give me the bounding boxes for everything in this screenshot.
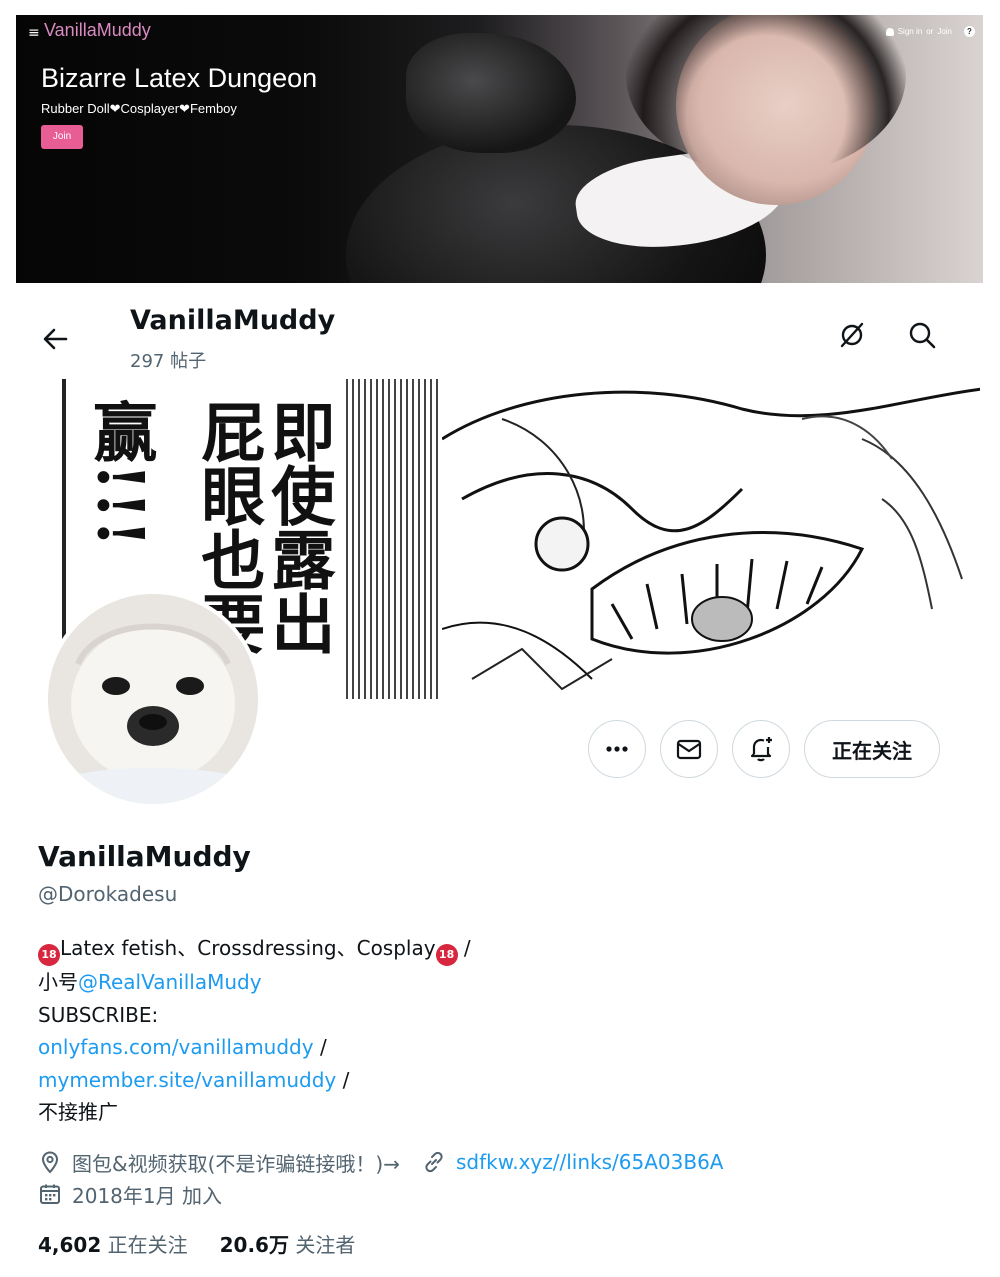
following-label: 正在关注 xyxy=(107,1233,188,1257)
location-text: 图包&视频获取(不是诈骗链接哦！)→ xyxy=(72,1151,400,1176)
link-icon xyxy=(425,1151,443,1173)
followers-count: 20.6万 xyxy=(219,1233,289,1257)
bio-line-4: onlyfans.com/vanillamuddy / xyxy=(38,1031,471,1064)
followers-label: 关注者 xyxy=(295,1233,356,1257)
user-handle: @Dorokadesu xyxy=(38,882,178,906)
joined-date: 2018年1月 加入 xyxy=(72,1183,222,1208)
notify-button[interactable] xyxy=(732,720,790,778)
site-banner: ≡ VanillaMuddy Bizarre Latex Dungeon Rub… xyxy=(16,15,983,283)
calendar-icon xyxy=(40,1184,60,1204)
following-button[interactable]: 正在关注 xyxy=(804,720,940,778)
auth-or-text: or xyxy=(926,27,934,36)
cover-text-col-3: 赢!!! xyxy=(82,399,158,548)
alt-account-link[interactable]: @RealVanillaMudy xyxy=(78,970,262,994)
auth-links: Sign in or Join ? xyxy=(885,26,975,37)
display-name: VanillaMuddy xyxy=(38,840,251,873)
post-count: 297 帖子 xyxy=(130,351,207,372)
adult-18-icon: 18 xyxy=(435,944,458,966)
bio-interests: Latex fetish、Crossdressing、Cosplay xyxy=(60,936,436,960)
bio-line-6: 不接推广 xyxy=(38,1100,118,1124)
following-stat[interactable]: 4,602 正在关注 xyxy=(38,1229,188,1258)
bio-line-3: SUBSCRIBE: xyxy=(38,1002,159,1027)
profile-top-nav: VanillaMuddy 297 帖子 xyxy=(0,295,1000,375)
grok-icon xyxy=(840,322,864,348)
message-button[interactable] xyxy=(660,720,718,778)
menu-icon[interactable]: ≡ xyxy=(28,25,40,41)
meta-row-joined: 2018年1月 加入 xyxy=(38,1178,723,1210)
site-name-link[interactable]: VanillaMuddy xyxy=(44,20,151,41)
website-link[interactable]: sdfkw.xyz//links/65A03B6A xyxy=(456,1150,724,1174)
user-icon xyxy=(885,27,894,36)
auth-join-link[interactable]: Join xyxy=(937,27,952,36)
bio-separator: / xyxy=(457,936,471,960)
search-button[interactable] xyxy=(906,319,938,351)
banner-join-button[interactable]: Join xyxy=(41,125,83,149)
profile-bio: 18 Latex fetish、Crossdressing、Cosplay 18 /… xyxy=(38,932,471,1129)
search-icon xyxy=(909,322,936,349)
more-icon xyxy=(606,746,628,752)
bell-plus-icon xyxy=(750,737,772,762)
profile-avatar[interactable] xyxy=(44,590,262,808)
banner-photo-glove xyxy=(406,33,576,153)
cover-text-col-1: 即使露出 xyxy=(260,399,336,655)
back-button[interactable] xyxy=(34,317,78,361)
follow-stats: 4,602 正在关注 20.6万 关注者 xyxy=(38,1229,355,1258)
arrow-left-icon xyxy=(43,328,68,350)
adult-18-icon: 18 xyxy=(38,944,60,966)
seal-avatar-image xyxy=(48,594,258,804)
page-title: VanillaMuddy xyxy=(130,305,336,336)
mymember-link[interactable]: mymember.site/vanillamuddy xyxy=(38,1068,336,1092)
grok-icon-button[interactable] xyxy=(836,319,868,351)
onlyfans-link[interactable]: onlyfans.com/vanillamuddy xyxy=(38,1035,314,1059)
bio-alt-account-label: 小号 xyxy=(38,970,78,994)
cover-manga-face-drawing xyxy=(442,379,980,699)
cover-frame-line xyxy=(62,379,66,639)
bio-line-2: 小号@RealVanillaMudy xyxy=(38,966,471,999)
following-count: 4,602 xyxy=(38,1233,102,1257)
bio-line-1: 18 Latex fetish、Crossdressing、Cosplay 18 / xyxy=(38,932,471,966)
followers-stat[interactable]: 20.6万 关注者 xyxy=(220,1229,356,1258)
help-icon[interactable]: ? xyxy=(964,26,975,37)
bio-line-5: mymember.site/vanillamuddy / xyxy=(38,1064,471,1097)
more-button[interactable] xyxy=(588,720,646,778)
envelope-icon xyxy=(676,739,702,760)
sign-in-link[interactable]: Sign in xyxy=(898,27,922,36)
meta-row-location-website: 图包&视频获取(不是诈骗链接哦！)→ sdfkw.xyz//links/65A0… xyxy=(38,1146,723,1178)
profile-meta: 图包&视频获取(不是诈骗链接哦！)→ sdfkw.xyz//links/65A0… xyxy=(38,1146,723,1210)
bio-separator: / xyxy=(313,1035,327,1059)
bio-separator: / xyxy=(336,1067,350,1092)
profile-actions: 正在关注 xyxy=(588,720,940,778)
location-pin-icon xyxy=(41,1151,59,1174)
banner-title: Bizarre Latex Dungeon xyxy=(41,63,318,93)
banner-subtitle: Rubber Doll❤Cosplayer❤Femboy xyxy=(41,101,237,116)
